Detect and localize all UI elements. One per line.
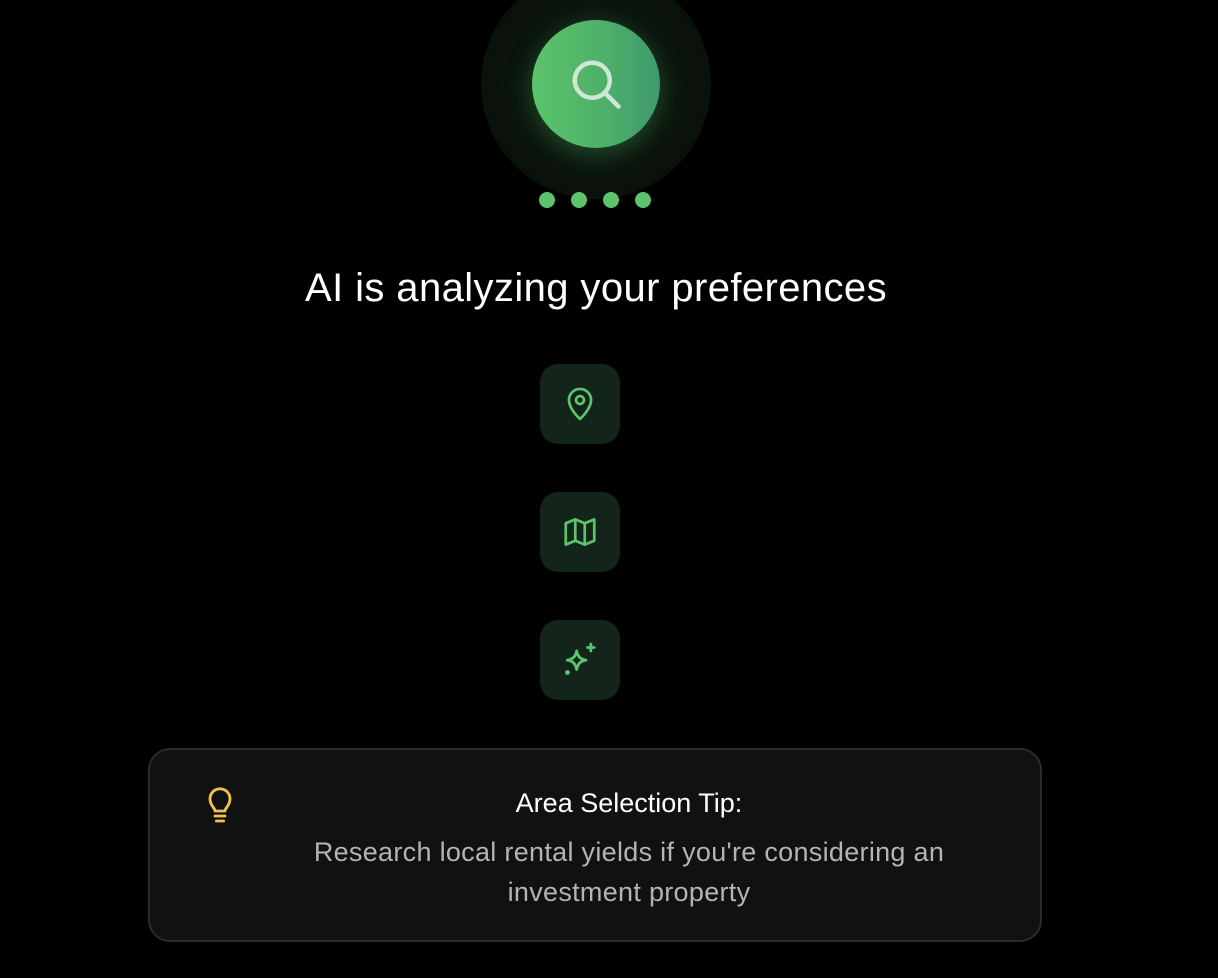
- search-orb: [532, 20, 660, 148]
- map-pin-icon: [567, 387, 593, 421]
- progress-dots: [539, 192, 651, 208]
- progress-dot: [635, 192, 651, 208]
- tip-body: Research local rental yields if you're c…: [313, 837, 945, 907]
- sparkles-icon: [565, 642, 596, 675]
- progress-dot: [539, 192, 555, 208]
- search-icon: [572, 60, 621, 109]
- progress-dot: [571, 192, 587, 208]
- tip-card: Area Selection Tip: Research local renta…: [148, 748, 1042, 942]
- tip-title: Area Selection Tip:: [515, 788, 743, 818]
- analysis-headline: AI is analyzing your preferences: [305, 266, 887, 310]
- step-ai-tile: [540, 620, 620, 700]
- map-icon: [564, 517, 596, 547]
- step-location-tile: [540, 364, 620, 444]
- progress-dot: [603, 192, 619, 208]
- analysis-loading-screen: AI is analyzing your preferences Area Se…: [0, 0, 1218, 978]
- step-map-tile: [540, 492, 620, 572]
